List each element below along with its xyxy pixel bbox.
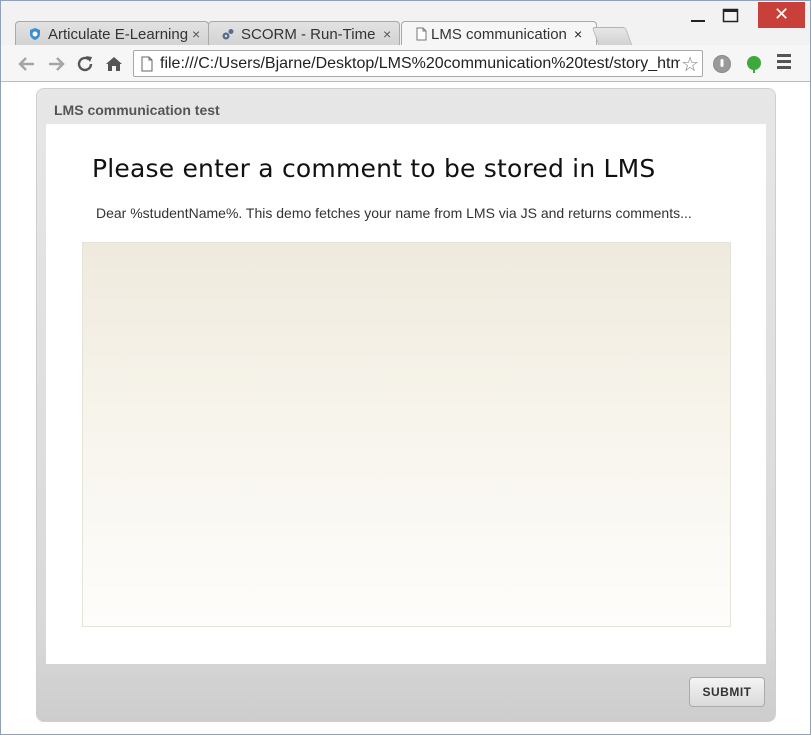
tab-articulate[interactable]: Articulate E-Learning × bbox=[15, 21, 209, 45]
tab-title: SCORM - Run-Time E bbox=[241, 26, 379, 43]
back-arrow-icon bbox=[18, 57, 34, 71]
maximize-button[interactable] bbox=[719, 3, 745, 29]
tab-close-icon[interactable]: × bbox=[192, 26, 200, 42]
close-icon: ✕ bbox=[773, 4, 790, 24]
comment-textarea[interactable] bbox=[82, 242, 731, 627]
slide-subtext: Dear %studentName%. This demo fetches yo… bbox=[96, 205, 692, 221]
submit-button[interactable]: SUBMIT bbox=[689, 677, 765, 707]
elephant-icon bbox=[747, 56, 761, 73]
tab-title: Articulate E-Learning bbox=[48, 26, 188, 43]
bookmark-star-icon[interactable]: ☆ bbox=[681, 52, 699, 77]
tab-strip: Articulate E-Learning × SCORM - Run-Time… bbox=[1, 1, 810, 46]
shield-icon bbox=[30, 28, 40, 40]
tab-close-icon[interactable]: × bbox=[574, 26, 582, 42]
gears-icon bbox=[222, 29, 234, 40]
browser-toolbar: file:///C:/Users/Bjarne/Desktop/LMS%20co… bbox=[1, 45, 810, 82]
extension-icon[interactable] bbox=[713, 55, 731, 73]
maximize-icon bbox=[722, 8, 739, 23]
forward-button[interactable] bbox=[45, 53, 67, 75]
address-bar[interactable]: file:///C:/Users/Bjarne/Desktop/LMS%20co… bbox=[133, 50, 703, 77]
course-title: LMS communication test bbox=[54, 102, 220, 118]
tab-close-icon[interactable]: × bbox=[383, 26, 391, 42]
tab-scorm[interactable]: SCORM - Run-Time E × bbox=[208, 21, 400, 45]
home-icon bbox=[106, 57, 122, 71]
page-icon bbox=[141, 56, 153, 72]
slide-heading: Please enter a comment to be stored in L… bbox=[92, 154, 656, 183]
window-close-button[interactable]: ✕ bbox=[758, 2, 805, 28]
url-text: file:///C:/Users/Bjarne/Desktop/LMS%20co… bbox=[160, 55, 680, 72]
power-icon bbox=[714, 56, 730, 72]
tab-lms-communication[interactable]: LMS communication × bbox=[401, 21, 597, 46]
back-button[interactable] bbox=[16, 53, 38, 75]
new-tab-button[interactable] bbox=[591, 27, 633, 45]
tab-title: LMS communication bbox=[431, 26, 567, 43]
browser-window: Articulate E-Learning × SCORM - Run-Time… bbox=[0, 0, 811, 735]
course-player: LMS communication test Please enter a co… bbox=[36, 88, 776, 722]
browser-menu-button[interactable] bbox=[777, 54, 795, 72]
minimize-icon bbox=[691, 20, 705, 22]
hamburger-menu-icon bbox=[777, 54, 795, 69]
minimize-button[interactable] bbox=[687, 3, 713, 29]
page-icon bbox=[416, 27, 427, 41]
forward-arrow-icon bbox=[49, 57, 65, 71]
reload-button[interactable] bbox=[74, 53, 96, 75]
reload-icon bbox=[77, 56, 93, 72]
home-button[interactable] bbox=[103, 53, 125, 75]
slide: Please enter a comment to be stored in L… bbox=[46, 124, 766, 664]
page-viewport: LMS communication test Please enter a co… bbox=[1, 82, 810, 734]
evernote-extension-button[interactable] bbox=[745, 55, 763, 73]
